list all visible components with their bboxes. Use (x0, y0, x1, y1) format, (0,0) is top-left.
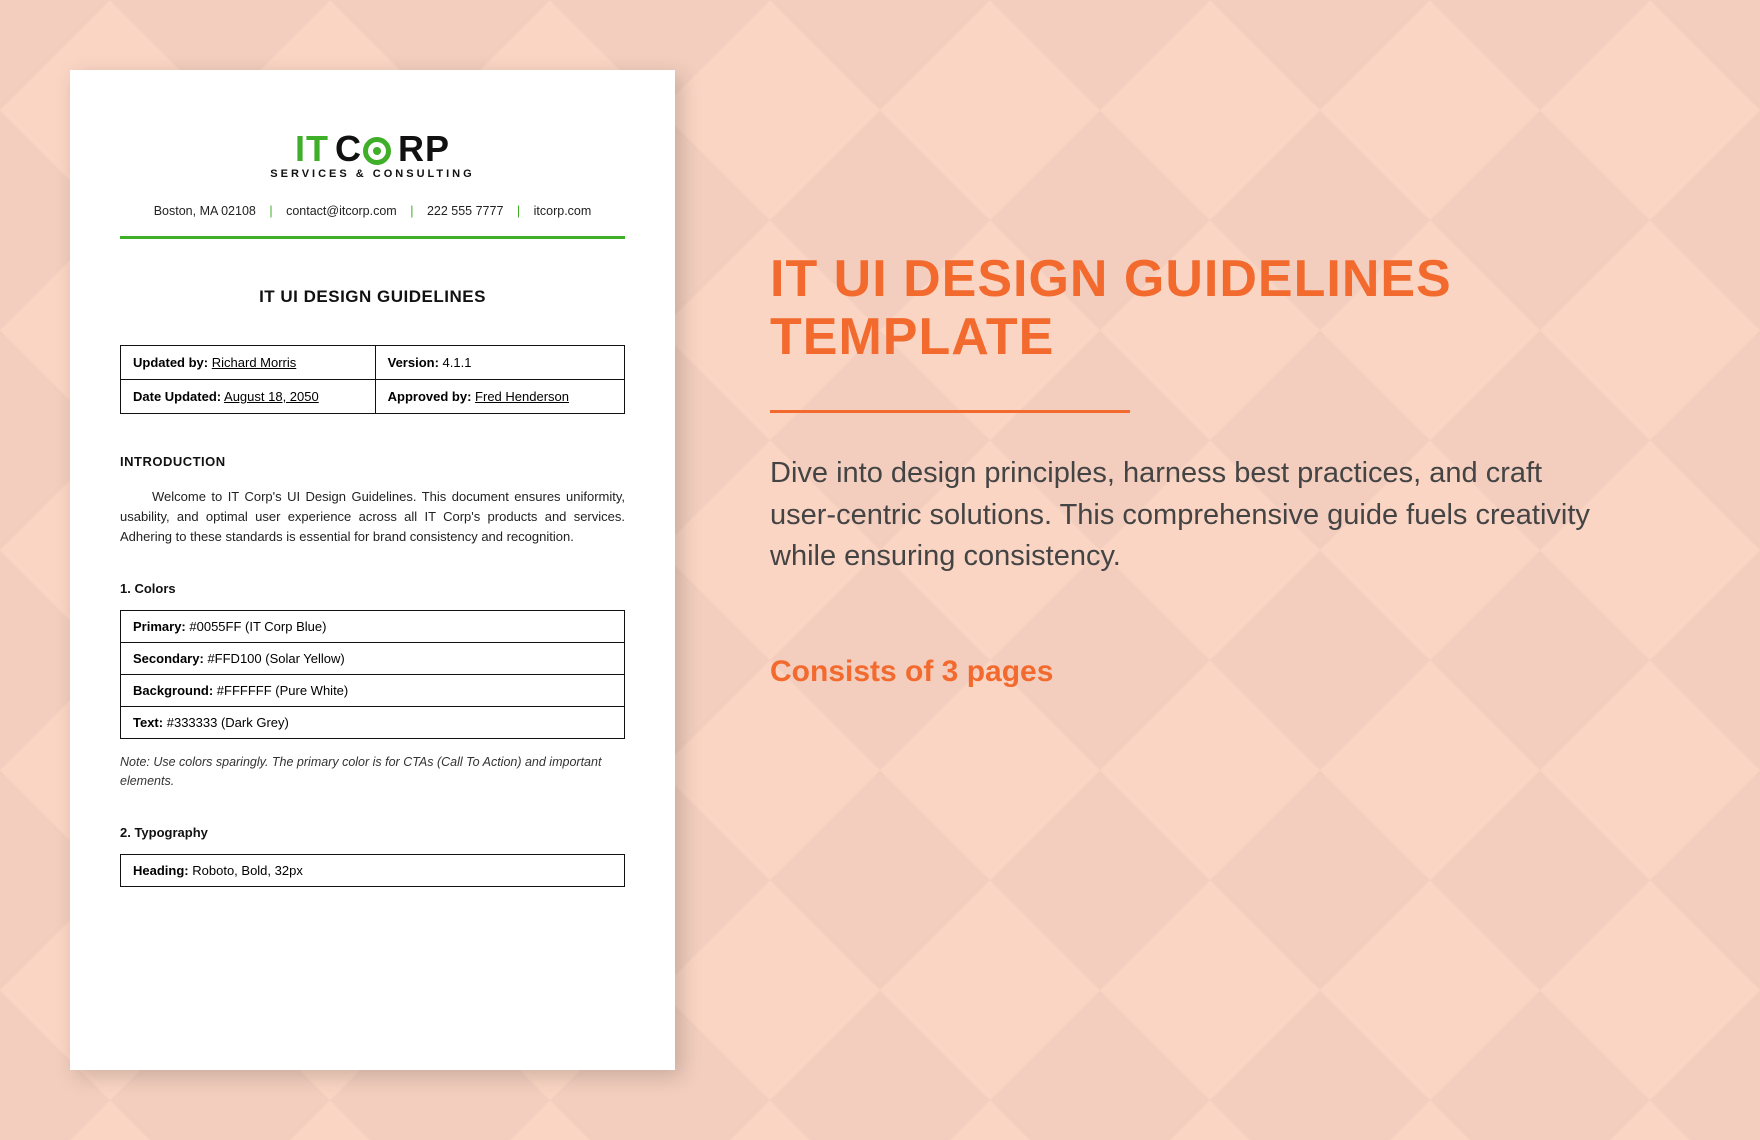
meta-updated-by: Updated by: Richard Morris (121, 346, 376, 380)
meta-approved-by: Approved by: Fred Henderson (375, 380, 624, 414)
table-row: Background: #FFFFFF (Pure White) (121, 675, 625, 707)
contact-phone: 222 555 7777 (427, 204, 503, 218)
section-head-typography: 2. Typography (120, 825, 625, 840)
meta-version: Version: 4.1.1 (375, 346, 624, 380)
logo-main: IT C RP (295, 128, 450, 170)
separator-icon: | (269, 204, 272, 218)
promo-description: Dive into design principles, harness bes… (770, 453, 1600, 577)
contact-line: Boston, MA 02108 | contact@itcorp.com | … (120, 204, 625, 218)
divider-rule (120, 236, 625, 239)
contact-address: Boston, MA 02108 (154, 204, 256, 218)
promo-divider (770, 410, 1130, 413)
promo-panel: IT UI DESIGN GUIDELINES TEMPLATE Dive in… (770, 250, 1640, 689)
document-title: IT UI DESIGN GUIDELINES (120, 287, 625, 307)
contact-site: itcorp.com (534, 204, 592, 218)
contact-email: contact@itcorp.com (286, 204, 397, 218)
meta-table: Updated by: Richard Morris Version: 4.1.… (120, 345, 625, 414)
logo-subtitle: SERVICES & CONSULTING (120, 168, 625, 180)
table-row: Primary: #0055FF (IT Corp Blue) (121, 611, 625, 643)
colors-note: Note: Use colors sparingly. The primary … (120, 753, 625, 791)
intro-paragraph: Welcome to IT Corp's UI Design Guideline… (120, 487, 625, 547)
meta-date-updated: Date Updated: August 18, 2050 (121, 380, 376, 414)
separator-icon: | (517, 204, 520, 218)
logo-it-text: IT (295, 128, 329, 170)
promo-title: IT UI DESIGN GUIDELINES TEMPLATE (770, 250, 1640, 366)
logo-o-icon (363, 137, 391, 165)
logo: IT C RP SERVICES & CONSULTING (120, 128, 625, 180)
separator-icon: | (410, 204, 413, 218)
logo-corp-c: C (335, 128, 362, 170)
typography-table: Heading: Roboto, Bold, 32px (120, 854, 625, 887)
table-row: Date Updated: August 18, 2050 Approved b… (121, 380, 625, 414)
logo-corp-rp: RP (398, 128, 450, 170)
promo-page-count: Consists of 3 pages (770, 655, 1640, 689)
table-row: Text: #333333 (Dark Grey) (121, 707, 625, 739)
table-row: Updated by: Richard Morris Version: 4.1.… (121, 346, 625, 380)
document-preview: IT C RP SERVICES & CONSULTING Boston, MA… (70, 70, 675, 1070)
table-row: Secondary: #FFD100 (Solar Yellow) (121, 643, 625, 675)
section-head-intro: INTRODUCTION (120, 454, 625, 469)
colors-table: Primary: #0055FF (IT Corp Blue) Secondar… (120, 610, 625, 739)
section-head-colors: 1. Colors (120, 581, 625, 596)
table-row: Heading: Roboto, Bold, 32px (121, 854, 625, 886)
